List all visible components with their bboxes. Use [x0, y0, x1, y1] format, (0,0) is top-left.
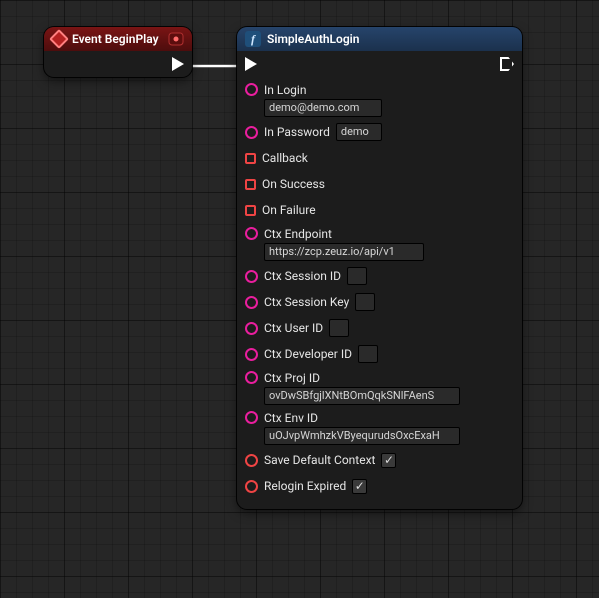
event-exec-row	[44, 51, 192, 77]
function-icon: f	[245, 31, 261, 47]
callback-label: Callback	[262, 151, 308, 165]
string-pin-icon[interactable]	[245, 371, 258, 384]
pin-ctx-user-id: Ctx User ID	[245, 315, 514, 341]
pin-ctx-proj-id: Ctx Proj ID ovDwSBfgjlXNtBOmQqkSNlFAenS	[245, 367, 514, 407]
ctx-endpoint-value[interactable]: https://zcp.zeuz.io/api/v1	[264, 243, 424, 261]
func-exec-row	[237, 51, 522, 77]
in-password-label: In Password	[264, 125, 330, 139]
save-default-checkbox[interactable]: ✓	[381, 453, 396, 468]
pin-ctx-endpoint: Ctx Endpoint https://zcp.zeuz.io/api/v1	[245, 223, 514, 263]
event-title: Event BeginPlay	[72, 32, 162, 46]
in-password-value[interactable]: demo	[336, 123, 382, 141]
string-pin-icon[interactable]	[245, 348, 258, 361]
string-pin-icon[interactable]	[245, 126, 258, 139]
pin-in-login: In Login demo@demo.com	[245, 79, 514, 119]
relogin-expired-label: Relogin Expired	[264, 479, 346, 493]
event-header: Event BeginPlay	[44, 27, 192, 51]
ctx-env-id-label: Ctx Env ID	[264, 411, 460, 425]
simpleauthlogin-node[interactable]: f SimpleAuthLogin In Login demo@demo.com…	[237, 27, 522, 509]
event-exec-out-pin[interactable]	[172, 57, 184, 71]
pin-relogin-expired: Relogin Expired ✓	[245, 473, 514, 499]
pin-ctx-dev-id: Ctx Developer ID	[245, 341, 514, 367]
save-default-label: Save Default Context	[264, 453, 375, 467]
bool-pin-icon[interactable]	[245, 454, 258, 467]
delegate-pin-icon[interactable]	[245, 153, 256, 164]
on-failure-label: On Failure	[262, 203, 316, 217]
pin-in-password: In Password demo	[245, 119, 514, 145]
ctx-dev-id-value[interactable]	[358, 345, 378, 363]
ctx-session-id-value[interactable]	[347, 267, 367, 285]
pin-ctx-session-id: Ctx Session ID	[245, 263, 514, 289]
ctx-env-id-value[interactable]: uOJvpWmhzkVByequrudsOxcExaH	[264, 427, 460, 445]
event-beginplay-node[interactable]: Event BeginPlay	[44, 27, 192, 77]
pin-ctx-env-id: Ctx Env ID uOJvpWmhzkVByequrudsOxcExaH	[245, 407, 514, 447]
ctx-user-id-label: Ctx User ID	[264, 321, 323, 335]
delegate-pin-icon[interactable]	[245, 179, 256, 190]
string-pin-icon[interactable]	[245, 322, 258, 335]
func-header: f SimpleAuthLogin	[237, 27, 522, 51]
ctx-endpoint-label: Ctx Endpoint	[264, 227, 424, 241]
func-exec-in-pin[interactable]	[245, 57, 257, 71]
relogin-expired-checkbox[interactable]: ✓	[352, 479, 367, 494]
event-icon	[49, 29, 69, 49]
pin-save-default-context: Save Default Context ✓	[245, 447, 514, 473]
pin-on-success: On Success	[245, 171, 514, 197]
func-title: SimpleAuthLogin	[267, 32, 514, 46]
ctx-proj-id-label: Ctx Proj ID	[264, 371, 460, 385]
pin-ctx-session-key: Ctx Session Key	[245, 289, 514, 315]
in-login-value[interactable]: demo@demo.com	[264, 99, 382, 117]
string-pin-icon[interactable]	[245, 296, 258, 309]
bool-pin-icon[interactable]	[245, 480, 258, 493]
string-pin-icon[interactable]	[245, 227, 258, 240]
pin-on-failure: On Failure	[245, 197, 514, 223]
string-pin-icon[interactable]	[245, 270, 258, 283]
on-success-label: On Success	[262, 177, 325, 191]
ctx-proj-id-value[interactable]: ovDwSBfgjlXNtBOmQqkSNlFAenS	[264, 387, 460, 405]
in-login-label: In Login	[264, 83, 382, 97]
ctx-session-key-label: Ctx Session Key	[264, 295, 349, 309]
string-pin-icon[interactable]	[245, 83, 258, 96]
pin-callback: Callback	[245, 145, 514, 171]
ctx-dev-id-label: Ctx Developer ID	[264, 347, 352, 361]
ctx-session-key-value[interactable]	[355, 293, 375, 311]
event-badge-icon	[168, 32, 184, 46]
string-pin-icon[interactable]	[245, 411, 258, 424]
delegate-pin-icon[interactable]	[245, 205, 256, 216]
ctx-user-id-value[interactable]	[329, 319, 349, 337]
func-exec-out-pin[interactable]	[500, 57, 514, 71]
ctx-session-id-label: Ctx Session ID	[264, 269, 341, 283]
